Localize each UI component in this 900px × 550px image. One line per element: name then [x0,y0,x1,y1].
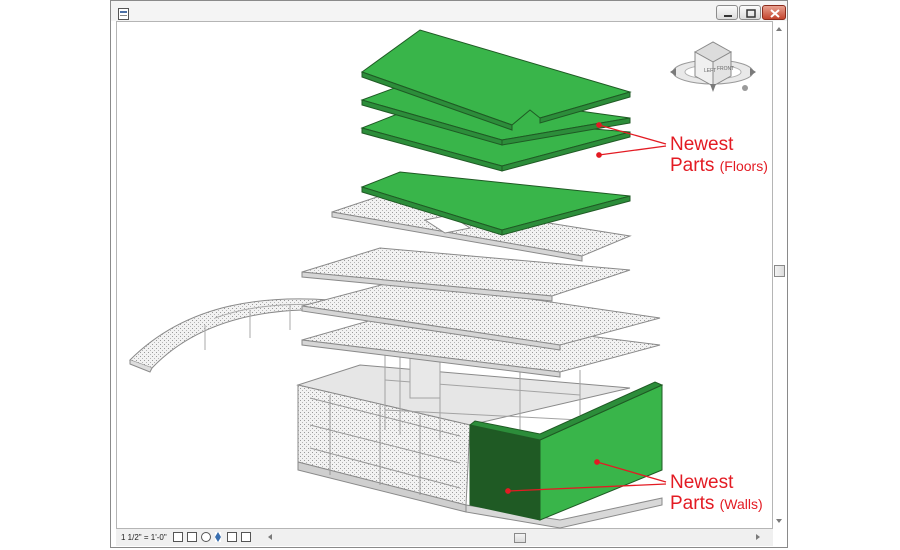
green-floors [360,29,632,236]
floors-callout-sub: (Floors) [719,158,768,174]
floors-callout-line1: Newest [670,134,734,155]
exploded-model-view: LEFT FRONT [129,29,756,529]
viewcube-left-face[interactable]: LEFT [704,68,716,74]
floors-callout-parts: Parts [670,155,715,176]
viewcube[interactable] [670,41,756,92]
curved-ramp [129,298,331,373]
walls-callout-line2: Parts (Walls) [670,493,763,515]
walls-callout-parts: Parts [670,493,715,514]
floors-callout-line2: Parts (Floors) [670,155,768,177]
walls-callout-line1: Newest [670,472,734,493]
walls-callout-sub: (Walls) [719,496,763,512]
floors-callout: Newest Parts (Floors) [670,134,768,177]
viewcube-front-face[interactable]: FRONT [717,66,734,72]
walls-callout: Newest Parts (Walls) [670,472,763,515]
